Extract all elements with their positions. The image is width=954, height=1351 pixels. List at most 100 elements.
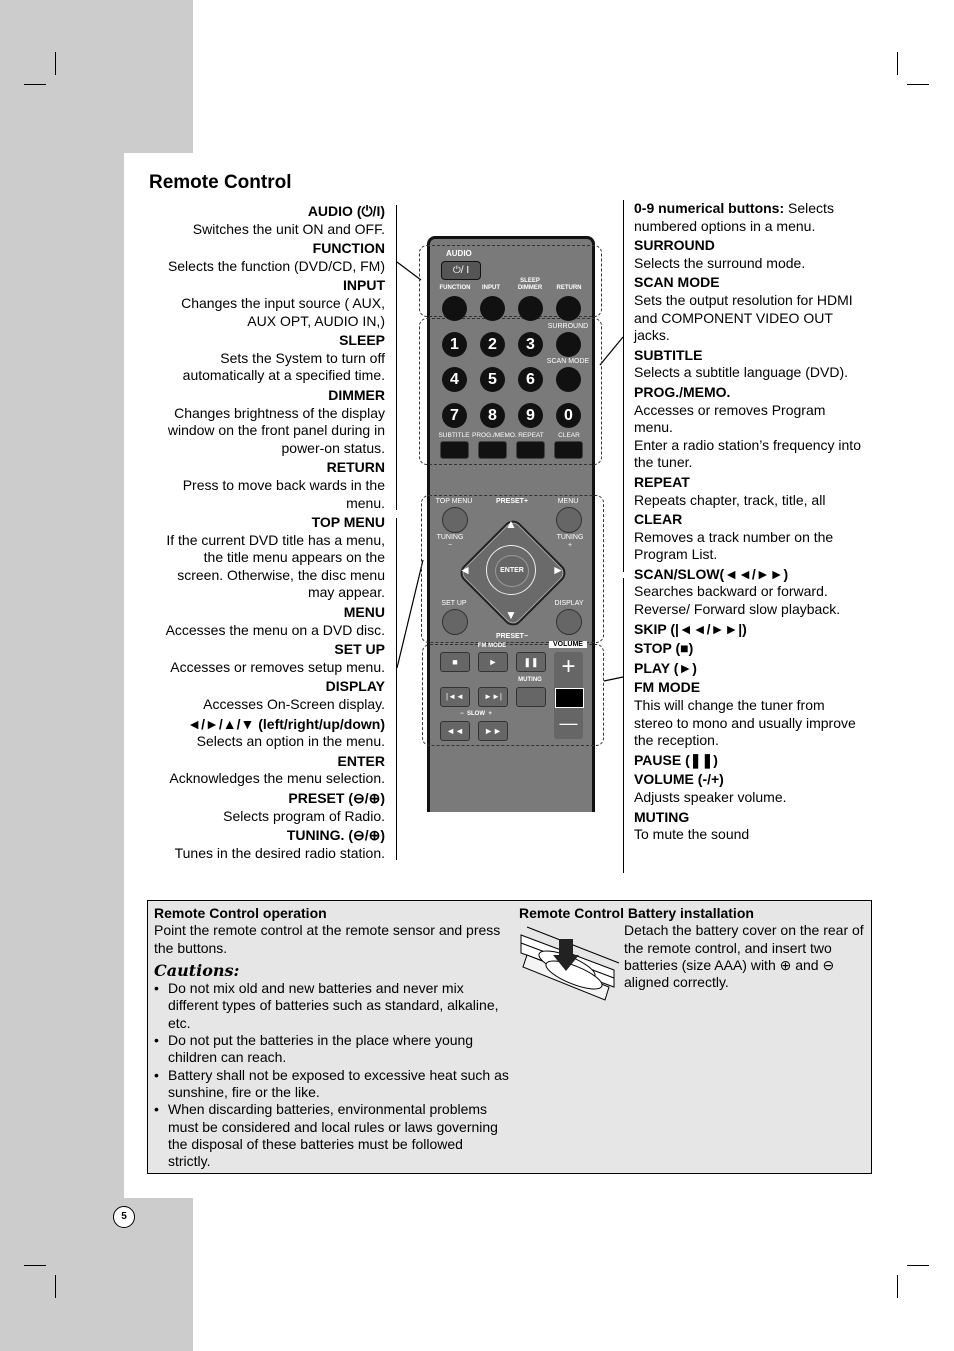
description-entry: PRESET (⊖/⊕) Selects program of Radio.	[140, 790, 385, 825]
entry-description: Accesses the menu on a DVD disc.	[165, 621, 385, 638]
power-button[interactable]: ⏻/ I	[441, 261, 481, 280]
up-button[interactable]: ▲	[503, 517, 519, 531]
description-entry: SUBTITLE Selects a subtitle language (DVD…	[634, 347, 879, 382]
repeat-button[interactable]	[516, 441, 545, 459]
subtitle-button[interactable]	[440, 441, 469, 459]
description-entry: MENU Accesses the menu on a DVD disc.	[140, 604, 385, 639]
scan-back-button[interactable]: ◄◄	[440, 721, 470, 741]
description-entry: TOP MENU If the current DVD title has a m…	[140, 514, 385, 602]
description-entry: ◄/►/▲/▼ (left/right/up/down) Selects an o…	[140, 716, 385, 751]
crop-mark	[907, 84, 929, 85]
entry-heading: PROG./MEMO.	[634, 383, 731, 400]
entry-description: Sets the System to turn off automaticall…	[182, 349, 385, 384]
entry-description: Switches the unit ON and OFF.	[192, 220, 385, 237]
description-entry: SURROUND Selects the surround mode.	[634, 237, 879, 272]
description-entry: SKIP (|◄◄/►►|)	[634, 621, 879, 639]
cautions-list: Do not mix old and new batteries and nev…	[154, 980, 509, 1170]
crop-mark	[897, 1275, 898, 1298]
number-button-7[interactable]: 7	[442, 403, 467, 428]
volume-up-button[interactable]: +	[554, 652, 583, 682]
entry-heading: DISPLAY	[325, 678, 385, 695]
number-button-2[interactable]: 2	[480, 332, 505, 357]
return-label: RETURN	[556, 285, 582, 291]
crop-mark	[55, 52, 56, 75]
play-button[interactable]: ►	[478, 652, 508, 672]
skip-forward-button[interactable]: ►►|	[478, 687, 508, 707]
entry-heading: 0-9 numerical buttons:	[634, 200, 785, 216]
surround-button[interactable]	[556, 332, 581, 357]
volume-display	[555, 688, 584, 708]
operation-title: Remote Control operation	[154, 905, 327, 921]
entry-description: Changes brightness of the display window…	[167, 404, 385, 456]
description-entry: DISPLAY Accesses On-Screen display.	[140, 678, 385, 713]
description-entry: SLEEP Sets the System to turn off automat…	[140, 332, 385, 385]
number-button-1[interactable]: 1	[442, 332, 467, 357]
entry-heading: ENTER	[337, 752, 385, 769]
number-button-4[interactable]: 4	[442, 367, 467, 392]
input-button[interactable]	[480, 296, 505, 321]
entry-heading: RETURN	[326, 459, 385, 476]
entry-description: Repeats chapter, track, title, all	[634, 491, 826, 508]
function-label: FUNCTION	[439, 285, 471, 291]
clear-button[interactable]	[554, 441, 583, 459]
entry-description: Selects an option in the menu.	[196, 733, 385, 750]
volume-down-button[interactable]: —	[554, 708, 583, 738]
battery-illustration	[520, 926, 620, 1001]
return-button[interactable]	[556, 296, 581, 321]
pause-button[interactable]: ❚❚	[516, 652, 546, 672]
menu-button[interactable]	[556, 507, 582, 533]
entry-description: Adjusts speaker volume.	[634, 789, 787, 805]
description-entry: AUDIO (⏻/I) Switches the unit ON and OFF.	[140, 203, 385, 238]
bracket-line	[623, 578, 625, 873]
top-menu-button[interactable]	[442, 507, 468, 533]
side-band-middle	[0, 153, 124, 1198]
entry-heading: SCAN/SLOW(◄◄/►►)	[634, 565, 789, 582]
description-entry: PROG./MEMO. Accesses or removes Program m…	[634, 384, 879, 472]
muting-button[interactable]	[516, 687, 546, 707]
entry-heading: TOP MENU	[311, 514, 385, 531]
enter-button[interactable]: ENTER	[495, 555, 529, 587]
number-button-8[interactable]: 8	[480, 403, 505, 428]
set-up-label: SET UP	[441, 600, 467, 607]
entry-heading: VOLUME (-/+)	[634, 771, 724, 788]
scan-forward-button[interactable]: ►►	[478, 721, 508, 741]
set-up-button[interactable]	[442, 609, 468, 635]
audio-label: AUDIO	[446, 249, 472, 258]
sleep-dimmer-button[interactable]	[518, 296, 543, 321]
number-button-3[interactable]: 3	[518, 332, 543, 357]
fm-mode-label: FM MODE	[477, 643, 507, 649]
side-band-bottom	[0, 1198, 193, 1351]
number-button-5[interactable]: 5	[480, 367, 505, 392]
preset-minus-label: PRESET−	[495, 633, 529, 640]
entry-description: Changes the input source ( AUX, AUX OPT,…	[181, 294, 385, 329]
entry-heading: FM MODE	[634, 679, 701, 696]
entry-heading: AUDIO (⏻/I)	[307, 203, 385, 219]
left-button[interactable]: ◄	[457, 563, 473, 577]
entry-heading: PAUSE (❚❚)	[634, 751, 718, 768]
entry-description: Acknowledges the menu selection.	[169, 770, 385, 787]
menu-label: MENU	[557, 498, 579, 505]
skip-back-button[interactable]: |◄◄	[440, 687, 470, 707]
entry-description: This will change the tuner from stereo t…	[634, 697, 856, 749]
entry-description: Searches backward or forward. Reverse/ F…	[634, 583, 841, 618]
prog-memo-label: PROG./MEMO.	[472, 432, 517, 439]
description-entry: INPUT Changes the input source ( AUX, AUX…	[140, 277, 385, 330]
description-entry: RETURN Press to move back wards in the me…	[140, 459, 385, 512]
right-button[interactable]: ►	[550, 563, 566, 577]
number-button-6[interactable]: 6	[518, 367, 543, 392]
description-entry: SCAN MODE Sets the output resolution for …	[634, 274, 879, 344]
down-button[interactable]: ▼	[503, 608, 519, 622]
stop-button[interactable]: ■	[440, 652, 470, 672]
display-button[interactable]	[556, 609, 582, 635]
crop-mark	[24, 1265, 46, 1266]
description-entry: PAUSE (❚❚)	[634, 752, 879, 770]
function-button[interactable]	[442, 296, 467, 321]
bracket-line	[396, 518, 398, 860]
battery-title: Remote Control Battery installation	[519, 905, 754, 921]
number-button-9[interactable]: 9	[518, 403, 543, 428]
scan-mode-button[interactable]	[556, 367, 581, 392]
prog-memo-button[interactable]	[478, 441, 507, 459]
number-button-0[interactable]: 0	[556, 403, 581, 428]
entry-heading: FUNCTION	[312, 240, 385, 257]
entry-description: To mute the sound	[634, 826, 750, 843]
